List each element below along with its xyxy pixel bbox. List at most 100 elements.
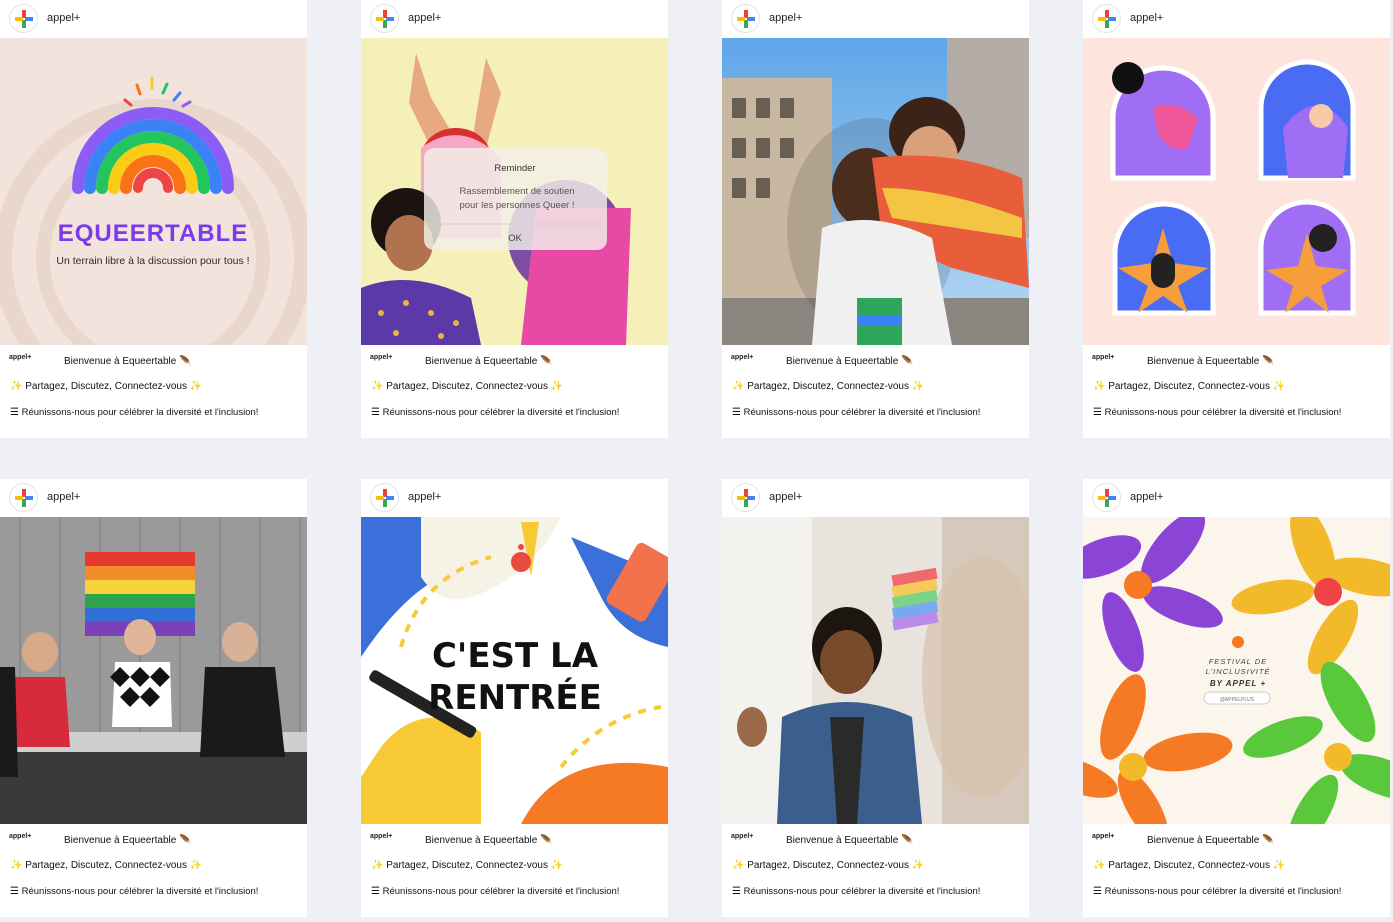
menu-icon: ☰: [10, 407, 19, 418]
post-caption: appel+ Bienvenue à Equeertable 🪶 ✨ Parta…: [0, 824, 307, 917]
festival-byline: BY APPEL +: [1210, 679, 1266, 688]
sparkle-icon: ✨: [1272, 381, 1286, 392]
reminder-ok-button[interactable]: OK: [508, 233, 522, 244]
festival-title: L'INCLUSIVITÉ: [1206, 667, 1271, 676]
account-name[interactable]: appel+: [47, 12, 80, 24]
post-caption: appel+ Bienvenue à Equeertable 🪶 ✨ Parta…: [1083, 345, 1390, 438]
feather-icon: 🪶: [1262, 835, 1275, 846]
appel-plus-logo-icon[interactable]: [370, 4, 399, 33]
feather-icon: 🪶: [1262, 356, 1275, 367]
account-name[interactable]: appel+: [408, 12, 441, 24]
post-photo[interactable]: [722, 517, 1029, 824]
post-image[interactable]: Reminder Rassemblement de soutien pour l…: [361, 38, 668, 345]
post-card[interactable]: appel+ C'EST LA RENTRÉE appel+ Bienvenue…: [361, 479, 668, 917]
caption-brand: appel+: [370, 354, 393, 361]
menu-icon: ☰: [371, 886, 380, 897]
feather-icon: 🪶: [179, 835, 192, 846]
sparkle-icon: ✨: [10, 860, 23, 871]
caption-line-2: ✨ Partagez, Discutez, Connectez-vous ✨: [1093, 381, 1286, 392]
caption-line-3: ☰ Réunissons-nous pour célébrer la diver…: [10, 407, 259, 418]
appel-plus-logo-icon[interactable]: [9, 4, 38, 33]
post-header: appel+: [722, 479, 1029, 517]
post-header: appel+: [361, 479, 668, 517]
reminder-title: Reminder: [494, 163, 535, 174]
appel-plus-logo-icon[interactable]: [731, 4, 760, 33]
caption-line-3: ☰ Réunissons-nous pour célébrer la diver…: [732, 886, 981, 897]
sparkle-icon: ✨: [1272, 860, 1286, 871]
feather-icon: 🪶: [540, 835, 553, 846]
caption-line-3: ☰ Réunissons-nous pour célébrer la diver…: [732, 407, 981, 418]
menu-icon: ☰: [732, 407, 741, 418]
sparkle-icon: ✨: [732, 381, 745, 392]
post-card[interactable]: appel+ Reminder Rassemblement de soutien…: [361, 0, 668, 438]
post-card[interactable]: appel+ appel+ Bienvenue à Equeertable 🪶 …: [722, 479, 1029, 917]
caption-line-3: ☰ Réunissons-nous pour célébrer la diver…: [1093, 886, 1342, 897]
caption-line-2: ✨ Partagez, Discutez, Connectez-vous ✨: [732, 860, 925, 871]
sparkle-icon: ✨: [371, 860, 384, 871]
caption-brand: appel+: [1092, 354, 1115, 361]
caption-welcome: Bienvenue à Equeertable 🪶: [786, 356, 914, 367]
sparkle-icon: ✨: [911, 860, 925, 871]
sparkle-icon: ✨: [1093, 860, 1106, 871]
account-name[interactable]: appel+: [1130, 12, 1163, 24]
caption-line-2: ✨ Partagez, Discutez, Connectez-vous ✨: [732, 381, 925, 392]
post-card[interactable]: appel+ EQUEERTABLE Un terrain libre à la…: [0, 0, 307, 438]
post-caption: appel+ Bienvenue à Equeertable 🪶 ✨ Parta…: [1083, 824, 1390, 917]
post-image[interactable]: FESTIVAL DE L'INCLUSIVITÉ BY APPEL + @AP…: [1083, 517, 1390, 824]
caption-line-3: ☰ Réunissons-nous pour célébrer la diver…: [10, 886, 259, 897]
account-name[interactable]: appel+: [1130, 491, 1163, 503]
post-card[interactable]: appel+ appel+ Bienvenue à Equeertable 🪶 …: [1083, 0, 1390, 438]
appel-plus-logo-icon[interactable]: [1092, 4, 1121, 33]
appel-plus-logo-icon[interactable]: [1092, 483, 1121, 512]
appel-plus-logo-icon[interactable]: [9, 483, 38, 512]
caption-line-2: ✨ Partagez, Discutez, Connectez-vous ✨: [371, 381, 564, 392]
post-card[interactable]: appel+ appel+ Bienvenue à Equeertable 🪶: [0, 479, 307, 917]
menu-icon: ☰: [1093, 407, 1102, 418]
caption-line-2: ✨ Partagez, Discutez, Connectez-vous ✨: [371, 860, 564, 871]
post-caption: appel+ Bienvenue à Equeertable 🪶 ✨ Parta…: [722, 824, 1029, 917]
post-caption: appel+ Bienvenue à Equeertable 🪶 ✨ Parta…: [361, 824, 668, 917]
sparkle-icon: ✨: [1093, 381, 1106, 392]
post-card[interactable]: appel+ appel+ Bienvenue à Equeertable 🪶 …: [722, 0, 1029, 438]
account-name[interactable]: appel+: [769, 491, 802, 503]
feather-icon: 🪶: [901, 835, 914, 846]
sparkle-icon: ✨: [189, 860, 203, 871]
post-photo[interactable]: [722, 38, 1029, 345]
sparkle-icon: ✨: [550, 381, 564, 392]
post-header: appel+: [0, 479, 307, 517]
appel-plus-logo-icon[interactable]: [370, 483, 399, 512]
post-photo[interactable]: [0, 517, 307, 824]
menu-icon: ☰: [10, 886, 19, 897]
caption-brand: appel+: [731, 833, 754, 840]
menu-icon: ☰: [371, 407, 380, 418]
headline: RENTRÉE: [428, 677, 602, 718]
post-header: appel+: [361, 0, 668, 38]
caption-line-2: ✨ Partagez, Discutez, Connectez-vous ✨: [10, 381, 203, 392]
caption-line-2: ✨ Partagez, Discutez, Connectez-vous ✨: [10, 860, 203, 871]
account-name[interactable]: appel+: [769, 12, 802, 24]
sparkle-icon: ✨: [10, 381, 23, 392]
account-name[interactable]: appel+: [408, 491, 441, 503]
image-title: EQUEERTABLE: [58, 220, 249, 247]
caption-brand: appel+: [731, 354, 754, 361]
post-caption: appel+ Bienvenue à Equeertable 🪶 ✨ Parta…: [722, 345, 1029, 438]
reminder-body: Rassemblement de soutien: [459, 186, 574, 197]
post-header: appel+: [722, 0, 1029, 38]
appel-plus-logo-icon[interactable]: [731, 483, 760, 512]
menu-icon: ☰: [1093, 886, 1102, 897]
caption-brand: appel+: [1092, 833, 1115, 840]
caption-line-2: ✨ Partagez, Discutez, Connectez-vous ✨: [1093, 860, 1286, 871]
caption-brand: appel+: [9, 833, 32, 840]
caption-welcome: Bienvenue à Equeertable 🪶: [425, 356, 553, 367]
caption-welcome: Bienvenue à Equeertable 🪶: [425, 835, 553, 846]
post-card[interactable]: appel+ FESTIVAL DE L'INCLUSIVITÉ BY APPE…: [1083, 479, 1390, 917]
post-image[interactable]: EQUEERTABLE Un terrain libre à la discus…: [0, 38, 307, 345]
sparkle-icon: ✨: [550, 860, 564, 871]
account-name[interactable]: appel+: [47, 491, 80, 503]
image-subtitle: Un terrain libre à la discussion pour to…: [56, 255, 249, 267]
caption-welcome: Bienvenue à Equeertable 🪶: [64, 356, 192, 367]
post-image[interactable]: [1083, 38, 1390, 345]
festival-handle: @APPELPLUS: [1220, 697, 1255, 703]
post-image[interactable]: C'EST LA RENTRÉE: [361, 517, 668, 824]
reminder-body: pour les personnes Queer !: [459, 200, 574, 211]
